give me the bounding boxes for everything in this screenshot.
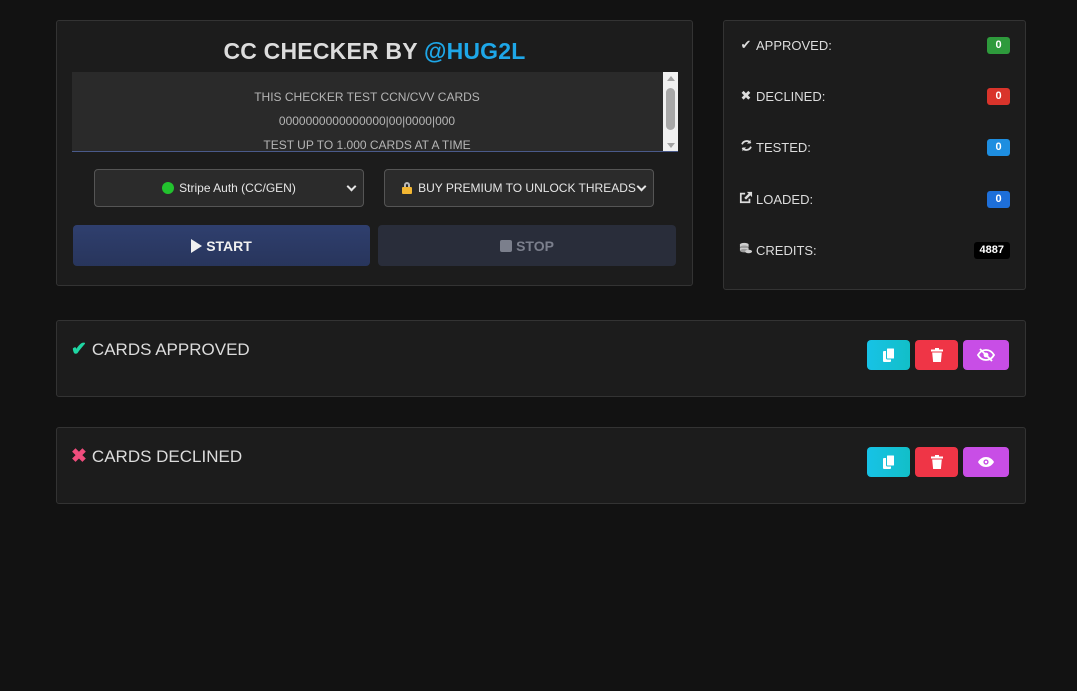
title-prefix: CC CHECKER BY — [223, 38, 424, 64]
declined-count-badge: 0 — [987, 87, 1010, 105]
stat-label: LOADED: — [756, 191, 814, 207]
toggle-approved-visibility-button[interactable] — [963, 340, 1009, 370]
trash-icon — [930, 348, 943, 362]
stop-label: STOP — [516, 237, 554, 254]
times-icon: ✖ — [740, 88, 752, 103]
info-line: THIS CHECKER TEST CCN/CVV CARDS — [254, 90, 480, 104]
approved-title: CARDS APPROVED — [91, 339, 250, 359]
clear-approved-button[interactable] — [915, 340, 958, 370]
approved-heading: ✔ CARDS APPROVED — [71, 338, 250, 361]
copy-declined-button[interactable] — [867, 447, 910, 477]
stat-credits: CREDITS: 4887 — [738, 240, 1010, 260]
check-icon: ✔ — [71, 339, 87, 360]
title-handle-link[interactable]: @HUG2L — [424, 38, 526, 64]
stat-loaded: LOADED: 0 — [738, 189, 1010, 209]
declined-heading: ✖ CARDS DECLINED — [71, 445, 242, 468]
start-button[interactable]: START — [73, 225, 370, 266]
scroll-thumb[interactable] — [666, 88, 675, 130]
chevron-down-icon — [636, 181, 647, 192]
stat-label: APPROVED: — [756, 37, 832, 53]
times-icon: ✖ — [71, 446, 87, 467]
share-icon — [738, 191, 754, 207]
trash-icon — [930, 455, 943, 469]
check-icon: ✔ — [740, 37, 752, 52]
approved-results-panel: ✔ CARDS APPROVED — [56, 320, 1026, 397]
status-dot-icon — [162, 182, 175, 194]
textarea-scrollbar[interactable] — [663, 72, 678, 151]
threads-select-value: BUY PREMIUM TO UNLOCK THREADS — [418, 181, 636, 195]
approved-actions — [862, 340, 1009, 370]
sync-icon — [738, 139, 754, 155]
lock-icon — [402, 182, 413, 194]
toggle-declined-visibility-button[interactable] — [963, 447, 1009, 477]
scroll-down-icon[interactable] — [667, 143, 675, 148]
page-title: CC CHECKER BY @HUG2L — [57, 38, 692, 65]
approved-count-badge: 0 — [987, 36, 1010, 54]
info-line: TEST UP TO 1.000 CARDS AT A TIME — [263, 138, 471, 152]
stat-label: TESTED: — [756, 139, 811, 155]
credits-count-badge: 4887 — [973, 241, 1010, 259]
copy-icon — [882, 455, 895, 469]
stat-label: DECLINED: — [756, 88, 826, 104]
stat-label: CREDITS: — [756, 242, 817, 258]
checker-panel: CC CHECKER BY @HUG2L THIS CHECKER TEST C… — [56, 20, 693, 286]
gate-select[interactable]: Stripe Auth (CC/GEN) — [94, 169, 364, 207]
declined-results-panel: ✖ CARDS DECLINED — [56, 427, 1026, 504]
stat-approved: ✔ APPROVED: 0 — [738, 35, 1010, 55]
coins-icon — [738, 242, 754, 258]
eye-icon — [978, 457, 994, 467]
info-line: 0000000000000000|00|0000|000 — [278, 114, 456, 128]
declined-actions — [862, 447, 1009, 477]
stop-icon — [500, 239, 513, 252]
stat-tested: TESTED: 0 — [738, 137, 1010, 157]
scroll-up-icon[interactable] — [667, 76, 675, 81]
tested-count-badge: 0 — [987, 138, 1010, 156]
threads-select[interactable]: BUY PREMIUM TO UNLOCK THREADS — [384, 169, 654, 207]
declined-title: CARDS DECLINED — [91, 446, 243, 466]
loaded-count-badge: 0 — [987, 190, 1010, 208]
copy-icon — [882, 348, 895, 362]
cards-input[interactable]: THIS CHECKER TEST CCN/CVV CARDS 00000000… — [72, 72, 678, 152]
copy-approved-button[interactable] — [867, 340, 910, 370]
stats-panel: ✔ APPROVED: 0 ✖ DECLINED: 0 TESTED: 0 LO… — [723, 20, 1026, 290]
stop-button[interactable]: STOP — [378, 225, 676, 266]
chevron-down-icon — [346, 181, 357, 192]
stat-declined: ✖ DECLINED: 0 — [738, 86, 1010, 106]
clear-declined-button[interactable] — [915, 447, 958, 477]
play-icon — [191, 238, 203, 253]
gate-select-value: Stripe Auth (CC/GEN) — [179, 181, 296, 195]
start-label: START — [206, 237, 252, 254]
eye-slash-icon — [977, 348, 995, 362]
